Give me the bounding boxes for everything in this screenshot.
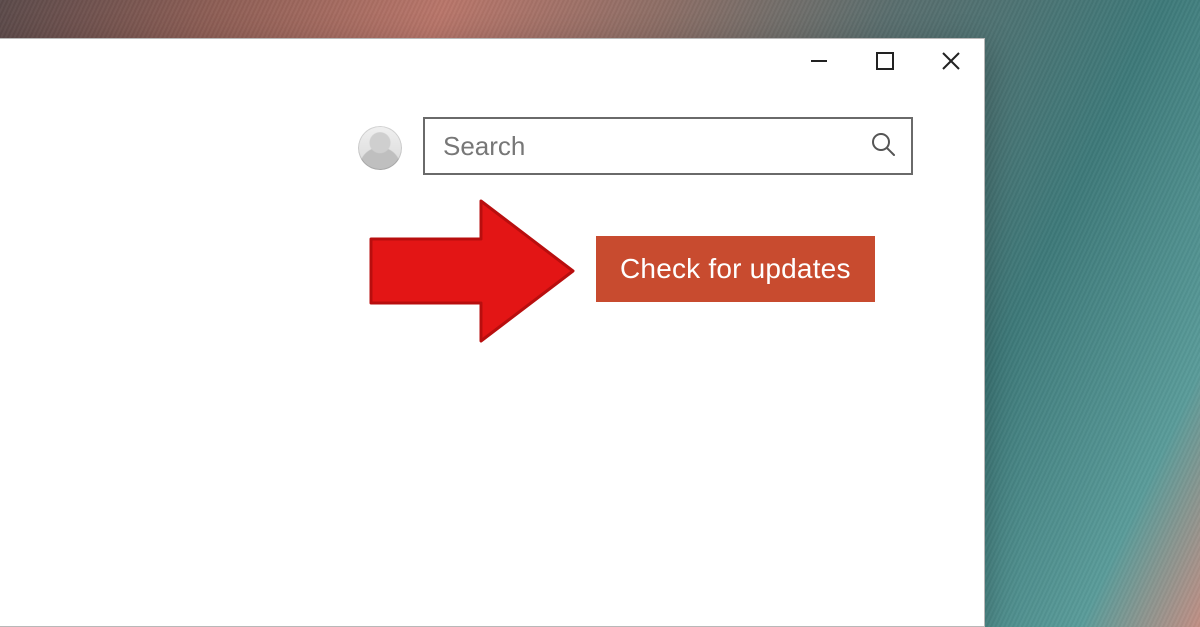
check-for-updates-button[interactable]: Check for updates [596,236,875,302]
annotation-arrow-icon [361,191,581,351]
close-icon [940,50,962,72]
window-controls [786,39,984,83]
maximize-icon [875,51,895,71]
app-window: Check for updates [0,38,985,627]
minimize-icon [808,50,830,72]
close-button[interactable] [918,39,984,83]
minimize-button[interactable] [786,39,852,83]
user-avatar[interactable] [358,126,402,170]
search-icon[interactable] [869,130,897,162]
maximize-button[interactable] [852,39,918,83]
search-input[interactable] [443,131,861,162]
search-box[interactable] [423,117,913,175]
